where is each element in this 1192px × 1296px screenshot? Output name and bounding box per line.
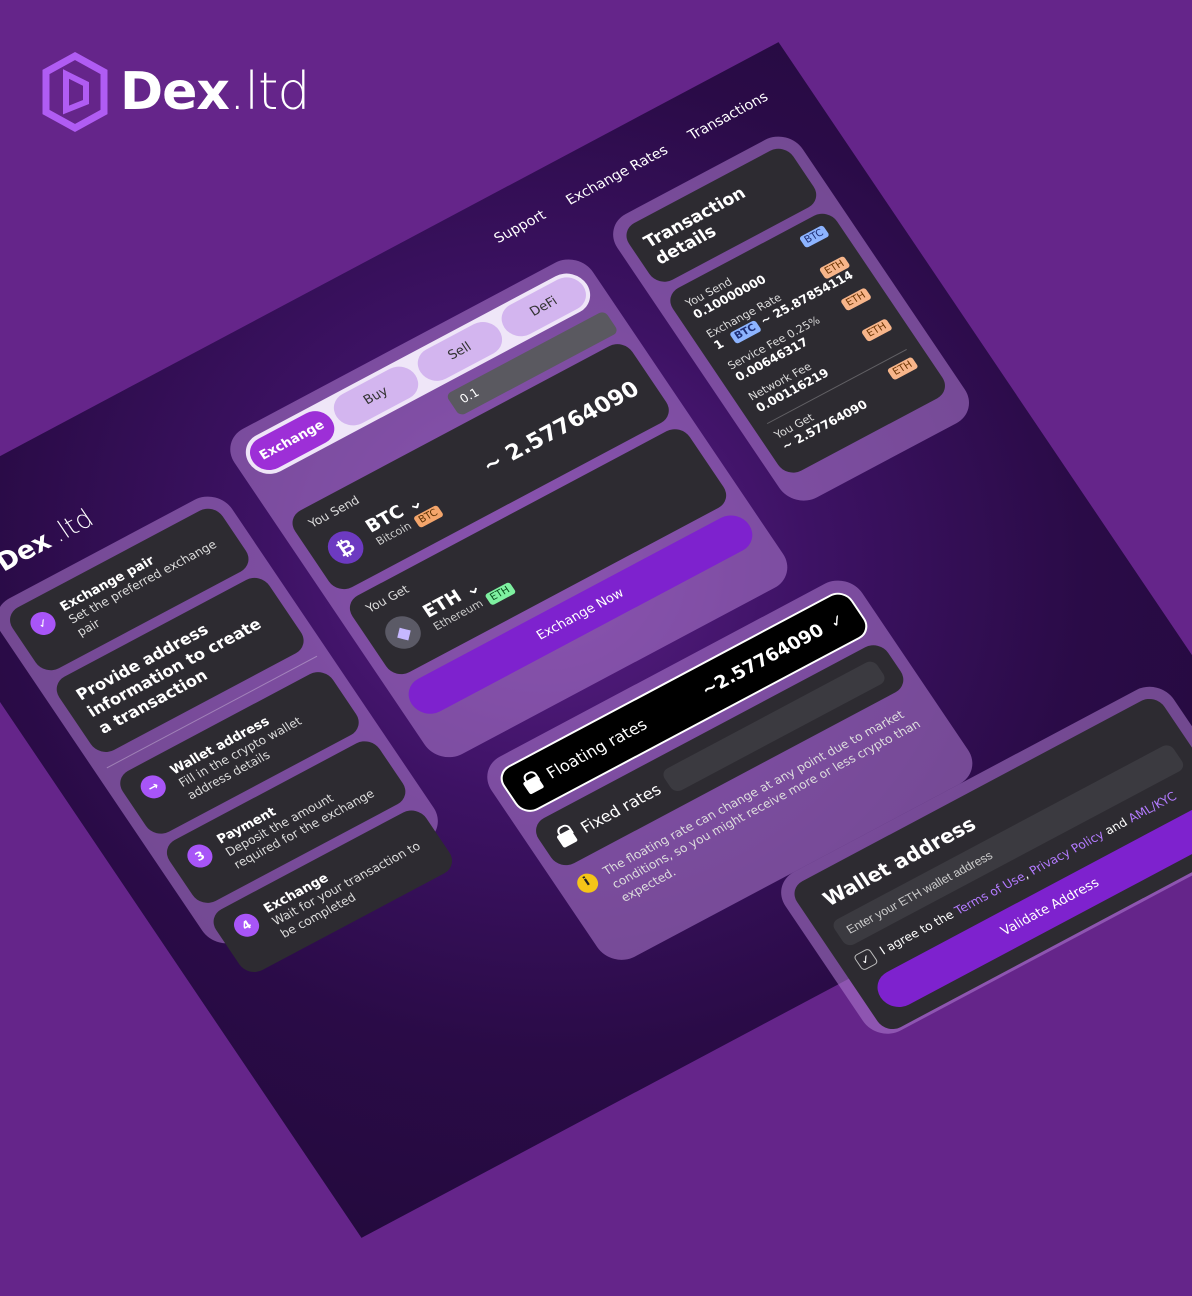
tab-buy[interactable]: Buy	[326, 360, 426, 432]
nav-transactions[interactable]: Transactions	[685, 89, 771, 143]
info-icon: i	[573, 870, 603, 897]
agree-checkbox[interactable]: ✓	[852, 947, 879, 972]
send-currency-select[interactable]: BTC ⌄ BitcoinBTC	[361, 486, 444, 549]
get-label: You Get	[363, 582, 412, 616]
fixed-rates-label: Fixed rates	[576, 779, 665, 837]
get-tilde: ~	[779, 436, 796, 454]
check-icon: ✓	[25, 607, 61, 640]
ethereum-icon: ◆	[378, 610, 428, 655]
dex-logo-icon	[42, 52, 108, 132]
rate-tilde: ~	[757, 311, 775, 328]
step-number: 4	[229, 909, 264, 941]
check-icon: ✓	[825, 609, 849, 632]
arrow-right-icon: →	[135, 771, 171, 803]
brand-wordmark: Dex.ltd	[120, 62, 310, 122]
step-number: 3	[182, 840, 218, 872]
lock-icon	[556, 828, 579, 849]
brand-logo: Dex.ltd	[42, 52, 310, 132]
unlock-icon	[522, 775, 545, 795]
agree-and: and	[1102, 815, 1131, 838]
nav-support[interactable]: Support	[491, 207, 549, 246]
app-screenshot: Support Exchange Rates Transactions Dex.…	[0, 42, 1192, 1238]
send-label: You Send	[305, 493, 363, 531]
bitcoin-icon: ₿	[321, 525, 371, 570]
tab-exchange[interactable]: Exchange	[243, 405, 342, 477]
get-currency-select[interactable]: ETH ⌄ EthereumETH	[419, 563, 516, 633]
rate-left: 1	[711, 336, 727, 353]
